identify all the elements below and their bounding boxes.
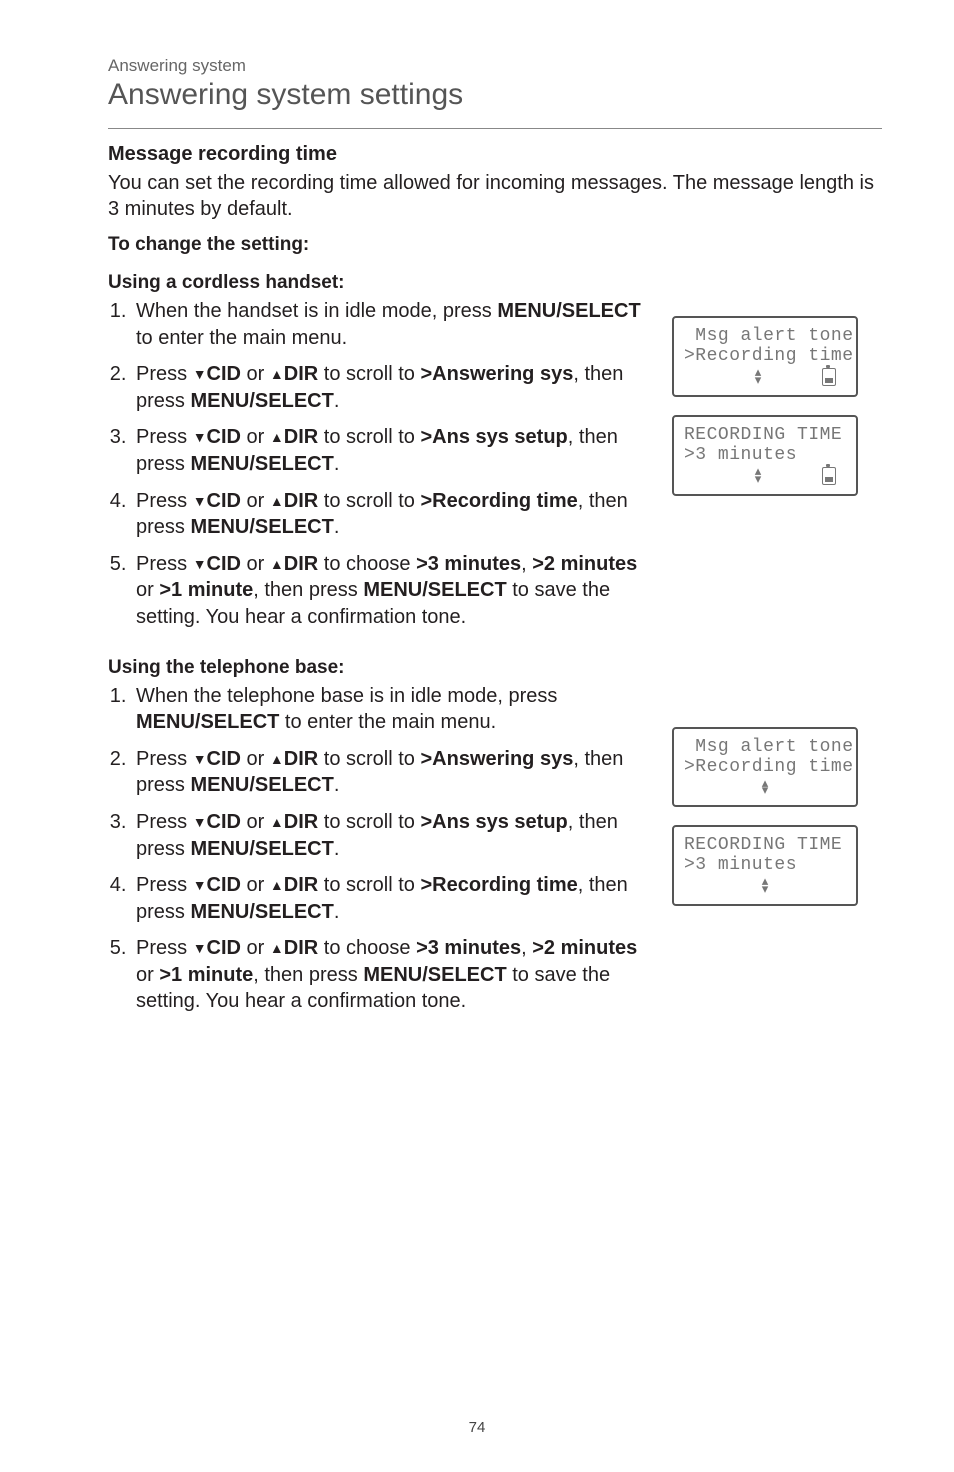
down-triangle-icon [193,426,207,448]
page: Answering system Answering system settin… [0,0,954,1472]
msg-rec-time-heading: Message recording time [108,143,882,166]
handset-step-1: When the handset is in idle mode, press … [132,298,660,351]
base-step-5: Press CID or DIR to choose >3 minutes, >… [132,935,660,1015]
down-triangle-icon [193,363,207,385]
up-triangle-icon [270,811,284,833]
down-triangle-icon [193,553,207,575]
lcd-line: RECORDING TIME [684,425,846,445]
battery-icon [822,368,836,386]
using-handset-heading: Using a cordless handset: [108,272,660,294]
down-triangle-icon [193,811,207,833]
updown-arrows-icon [759,877,771,898]
page-heading: Answering system settings [108,78,882,112]
using-base-heading: Using the telephone base: [108,657,660,679]
down-triangle-icon [193,937,207,959]
lcd-line: >Recording time [684,346,846,366]
down-triangle-icon [193,748,207,770]
lcd-line: RECORDING TIME [684,835,846,855]
lcd-line: Msg alert tone [684,326,846,346]
handset-lcd-rectime: RECORDING TIME >3 minutes [672,415,858,496]
base-steps: When the telephone base is in idle mode,… [108,683,660,1016]
up-triangle-icon [270,874,284,896]
lcd-line: >3 minutes [684,855,846,875]
lcd-line: >3 minutes [684,445,846,465]
page-number: 74 [0,1419,954,1436]
updown-arrows-icon [759,779,771,800]
section-breadcrumb: Answering system [108,56,882,76]
handset-step-2: Press CID or DIR to scroll to >Answering… [132,361,660,414]
up-triangle-icon [270,426,284,448]
updown-arrows-icon [752,368,764,389]
up-triangle-icon [270,490,284,512]
handset-step-4: Press CID or DIR to scroll to >Recording… [132,488,660,541]
base-lcd-menu: Msg alert tone >Recording time [672,727,858,808]
updown-arrows-icon [752,467,764,488]
lcd-line: >Recording time [684,757,846,777]
heading-rule [108,128,882,129]
down-triangle-icon [193,490,207,512]
base-step-1: When the telephone base is in idle mode,… [132,683,660,736]
up-triangle-icon [270,748,284,770]
up-triangle-icon [270,937,284,959]
base-step-4: Press CID or DIR to scroll to >Recording… [132,872,660,925]
handset-lcd-menu: Msg alert tone >Recording time [672,316,858,397]
base-step-3: Press CID or DIR to scroll to >Ans sys s… [132,809,660,862]
base-step-2: Press CID or DIR to scroll to >Answering… [132,746,660,799]
handset-step-5: Press CID or DIR to choose >3 minutes, >… [132,551,660,631]
msg-rec-time-body: You can set the recording time allowed f… [108,170,882,222]
to-change-heading: To change the setting: [108,234,882,256]
up-triangle-icon [270,553,284,575]
up-triangle-icon [270,363,284,385]
battery-icon [822,467,836,485]
handset-steps: When the handset is in idle mode, press … [108,298,660,631]
down-triangle-icon [193,874,207,896]
base-lcd-rectime: RECORDING TIME >3 minutes [672,825,858,906]
handset-step-3: Press CID or DIR to scroll to >Ans sys s… [132,424,660,477]
lcd-line: Msg alert tone [684,737,846,757]
